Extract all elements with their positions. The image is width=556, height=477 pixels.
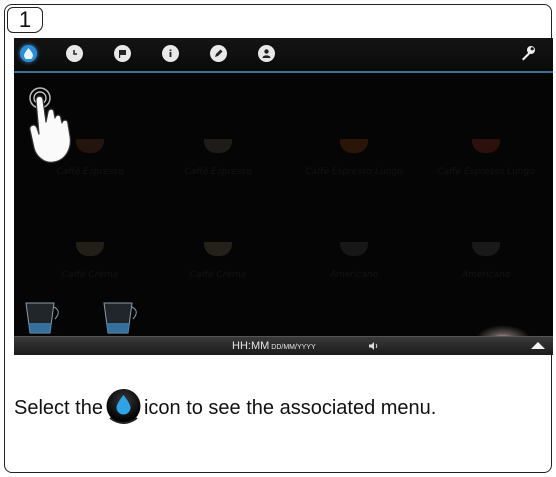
caption-text-end: icon to see the associated menu. <box>143 396 437 419</box>
instruction-caption: Select the icon to see the associated me… <box>14 383 436 433</box>
beverage-tile[interactable]: Caffè Crème <box>154 242 282 280</box>
cup-icon <box>204 242 232 256</box>
cup-icon <box>472 139 500 153</box>
milk-jug-icon <box>25 302 59 334</box>
beverage-tile[interactable]: Caffè Crème <box>26 242 154 280</box>
beverage-label: Caffè Crème <box>61 270 119 280</box>
toolbar-underline <box>14 71 553 73</box>
beverage-tile[interactable]: Americano <box>290 242 418 280</box>
expand-up-arrow-icon[interactable] <box>531 342 545 349</box>
water-drop-icon <box>106 388 141 424</box>
caption-text-start: Select the <box>14 396 103 419</box>
cup-icon <box>76 242 104 256</box>
beverage-label: Caffè Espresso <box>56 167 124 177</box>
date-text: DD/MM/YYYY <box>271 344 316 351</box>
step-number-badge: 1 <box>7 7 43 33</box>
status-bar: HH:MM DD/MM/YYYY <box>14 336 553 355</box>
beverage-label: Americano <box>461 270 511 280</box>
clock-icon[interactable] <box>66 45 83 62</box>
flag-icon[interactable] <box>114 45 131 62</box>
cup-icon <box>340 139 368 153</box>
wrench-icon[interactable] <box>519 45 537 68</box>
beverage-label: Caffè Espresso Lungo <box>437 167 535 177</box>
milk-jug-icon <box>103 302 137 334</box>
machine-screen: Caffè Espresso Caffè Espresso Caffè Espr… <box>14 38 553 355</box>
beverage-label: Caffè Espresso Lungo <box>305 167 403 177</box>
beverage-label: Caffè Espresso <box>184 167 252 177</box>
info-icon[interactable] <box>162 45 179 62</box>
clock-display: HH:MM DD/MM/YYYY <box>232 340 316 352</box>
pointing-hand-icon <box>29 87 71 163</box>
beverage-tile[interactable]: Caffè Espresso Lungo <box>290 139 418 177</box>
cup-icon <box>472 242 500 256</box>
beverage-tile[interactable]: Americano <box>422 242 550 280</box>
beverage-label: Americano <box>329 270 379 280</box>
beverage-tile[interactable]: Caffè Espresso <box>154 139 282 177</box>
beverage-tile[interactable]: Caffè Espresso Lungo <box>422 139 550 177</box>
time-text: HH:MM <box>232 340 270 352</box>
top-toolbar <box>14 38 553 71</box>
pencil-icon[interactable] <box>210 45 227 62</box>
cup-icon <box>340 242 368 256</box>
user-icon[interactable] <box>258 45 275 62</box>
cup-icon <box>204 139 232 153</box>
beverage-grid: Caffè Espresso Caffè Espresso Caffè Espr… <box>14 74 553 324</box>
volume-icon[interactable] <box>368 341 380 351</box>
water-drop-icon[interactable] <box>20 45 37 62</box>
beverage-label: Caffè Crème <box>189 270 247 280</box>
